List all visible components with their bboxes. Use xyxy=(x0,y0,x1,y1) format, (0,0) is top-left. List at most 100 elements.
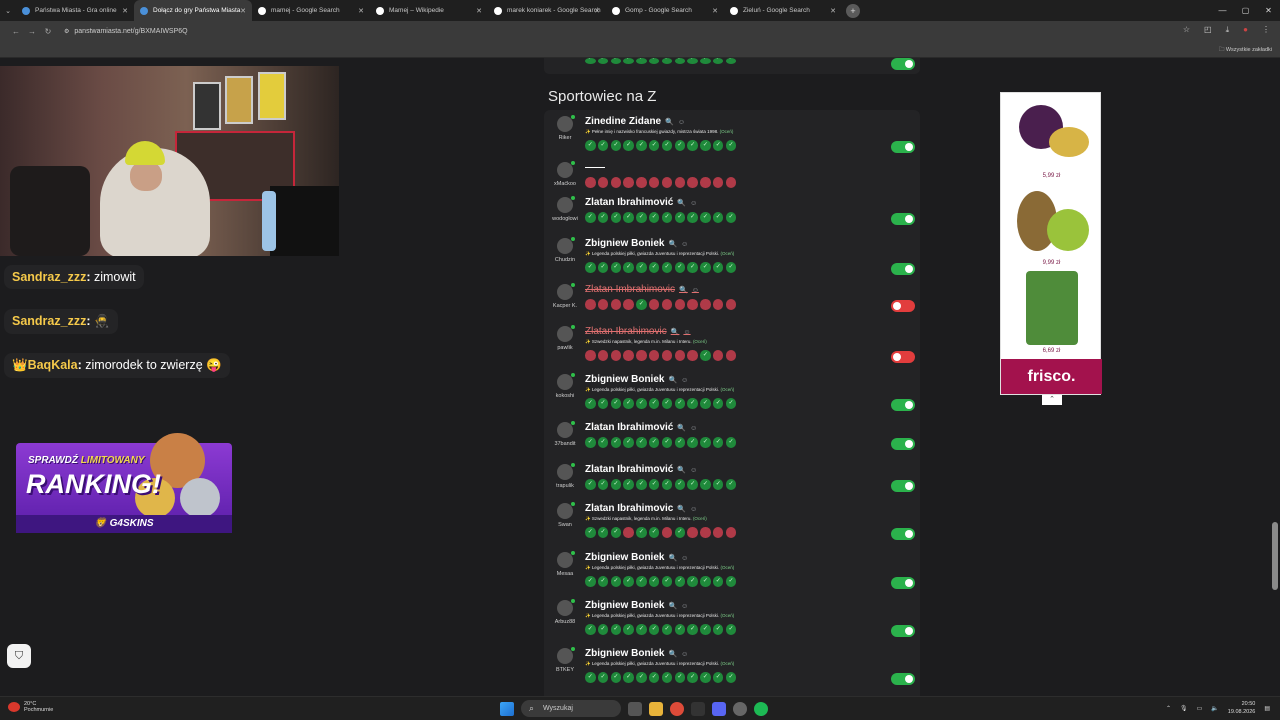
vote-dot[interactable]: ✓ xyxy=(585,624,596,635)
vote-dot[interactable]: ✓ xyxy=(623,479,634,490)
vote-dot[interactable] xyxy=(610,350,622,361)
vote-dot[interactable]: ✓ xyxy=(725,140,737,151)
vote-dot[interactable]: ✓ xyxy=(636,58,647,64)
vote-dot[interactable]: ✓ xyxy=(585,576,596,587)
vote-dot[interactable]: ✓ xyxy=(648,140,660,151)
vote-dot[interactable]: ✓ xyxy=(661,437,673,448)
menu-icon[interactable]: ⋮ xyxy=(1262,25,1270,35)
vote-dot[interactable]: ✓ xyxy=(674,140,686,151)
vote-dot[interactable] xyxy=(674,177,686,188)
vote-dot[interactable]: ✓ xyxy=(610,140,622,151)
search-icon[interactable]: 🔍 xyxy=(668,377,677,384)
tab-search-icon[interactable]: ⌄ xyxy=(0,7,16,15)
vote-dot[interactable]: ✓ xyxy=(674,576,686,587)
vote-dot[interactable] xyxy=(597,299,609,310)
taskbar-search[interactable]: Wyszukaj xyxy=(521,700,621,717)
weather-widget[interactable]: 20°C Pochmurnie xyxy=(8,701,53,713)
vote-dot[interactable] xyxy=(597,350,609,361)
vote-dot[interactable]: ✓ xyxy=(661,398,673,409)
rate-link[interactable]: (Oceń) xyxy=(693,339,707,344)
vote-dot[interactable]: ✓ xyxy=(687,140,698,151)
file-explorer-icon[interactable] xyxy=(649,701,663,716)
tab-close-icon[interactable]: ✕ xyxy=(122,7,128,15)
vote-dot[interactable]: ✓ xyxy=(597,140,609,151)
vote-dot[interactable]: ✓ xyxy=(623,624,634,635)
chevron-up-icon[interactable]: ⌃ xyxy=(1042,395,1062,405)
start-icon[interactable] xyxy=(500,701,514,716)
vote-dot[interactable]: ✓ xyxy=(674,262,686,273)
rate-link[interactable]: (Oceń) xyxy=(720,387,734,392)
vote-dot[interactable] xyxy=(712,177,724,188)
vote-dot[interactable]: ✓ xyxy=(636,437,647,448)
vote-toggle[interactable] xyxy=(891,625,915,637)
vote-dot[interactable]: ✓ xyxy=(623,58,634,64)
vote-dot[interactable]: ✓ xyxy=(725,437,737,448)
vote-dot[interactable]: ✓ xyxy=(687,398,698,409)
tab-close-icon[interactable]: ✕ xyxy=(358,7,364,15)
vote-dot[interactable]: ✓ xyxy=(712,398,724,409)
vote-dot[interactable]: ✓ xyxy=(700,398,711,409)
vote-dot[interactable] xyxy=(623,177,634,188)
vote-dot[interactable]: ✓ xyxy=(623,212,634,223)
rate-link[interactable]: (Oceń) xyxy=(720,129,734,134)
bot-icon[interactable]: ☺ xyxy=(681,555,688,562)
vote-dot[interactable]: ✓ xyxy=(648,672,660,683)
bot-icon[interactable]: ☺ xyxy=(681,377,688,384)
vote-dot[interactable]: ✓ xyxy=(712,140,724,151)
vote-toggle[interactable] xyxy=(891,351,915,363)
search-icon[interactable]: 🔍 xyxy=(677,467,686,474)
vote-dot[interactable] xyxy=(636,350,647,361)
tab-close-icon[interactable]: ✕ xyxy=(476,7,482,15)
minimize-icon[interactable]: — xyxy=(1211,0,1234,21)
search-icon[interactable]: 🔍 xyxy=(665,119,674,126)
vote-dot[interactable]: ✓ xyxy=(700,350,711,361)
browser-tab[interactable]: Mamej – Wikipedie ✕ xyxy=(370,0,488,21)
search-icon[interactable]: 🔍 xyxy=(677,506,686,513)
vote-dot[interactable] xyxy=(585,177,596,188)
close-icon[interactable]: ✕ xyxy=(1257,0,1280,21)
vote-dot[interactable] xyxy=(725,177,737,188)
vote-dot[interactable]: ✓ xyxy=(648,212,660,223)
new-tab-button[interactable]: + xyxy=(846,3,860,18)
search-icon[interactable]: 🔍 xyxy=(671,329,680,336)
vote-dot[interactable]: ✓ xyxy=(597,672,609,683)
vote-dot[interactable]: ✓ xyxy=(648,437,660,448)
vote-dot[interactable] xyxy=(623,350,634,361)
vote-dot[interactable]: ✓ xyxy=(648,58,660,64)
browser-tab[interactable]: mamej - Google Search ✕ xyxy=(252,0,370,21)
clock[interactable]: 20:50 19.08.2026 xyxy=(1228,700,1256,716)
vote-dot[interactable]: ✓ xyxy=(700,58,711,64)
vote-dot[interactable]: ✓ xyxy=(585,262,596,273)
vote-dot[interactable]: ✓ xyxy=(712,576,724,587)
vote-toggle[interactable] xyxy=(891,263,915,275)
vote-dot[interactable]: ✓ xyxy=(648,576,660,587)
vote-dot[interactable]: ✓ xyxy=(585,527,596,538)
vote-dot[interactable]: ✓ xyxy=(661,58,673,64)
vote-dot[interactable]: ✓ xyxy=(610,58,622,64)
vote-dot[interactable]: ✓ xyxy=(636,527,647,538)
vote-dot[interactable]: ✓ xyxy=(623,437,634,448)
rate-link[interactable]: (Oceń) xyxy=(720,251,734,256)
all-bookmarks-button[interactable]: 🗀 Wszystkie zakładki xyxy=(1219,46,1272,55)
vote-dot[interactable]: ✓ xyxy=(636,262,647,273)
scrollbar-thumb[interactable] xyxy=(1272,522,1278,590)
vote-dot[interactable]: ✓ xyxy=(661,140,673,151)
vote-dot[interactable]: ✓ xyxy=(661,576,673,587)
shield-icon[interactable]: ⛉ xyxy=(7,644,31,668)
vote-dot[interactable]: ✓ xyxy=(661,624,673,635)
network-icon[interactable]: ▭ xyxy=(1197,705,1203,712)
vote-dot[interactable]: ✓ xyxy=(597,624,609,635)
vote-toggle[interactable] xyxy=(891,480,915,492)
browser-tab[interactable]: Dołącz do gry Państwa Miasta ✕ xyxy=(134,0,252,21)
vote-dot[interactable]: ✓ xyxy=(712,262,724,273)
bot-icon[interactable]: ☺ xyxy=(681,651,688,658)
vote-dot[interactable] xyxy=(725,350,737,361)
vote-dot[interactable] xyxy=(687,527,698,538)
vote-dot[interactable]: ✓ xyxy=(636,398,647,409)
vote-dot[interactable]: ✓ xyxy=(725,672,737,683)
vote-dot[interactable]: ✓ xyxy=(700,262,711,273)
vote-dot[interactable] xyxy=(712,527,724,538)
vote-toggle[interactable] xyxy=(891,399,915,411)
search-icon[interactable]: 🔍 xyxy=(679,287,688,294)
vote-dot[interactable]: ✓ xyxy=(623,672,634,683)
